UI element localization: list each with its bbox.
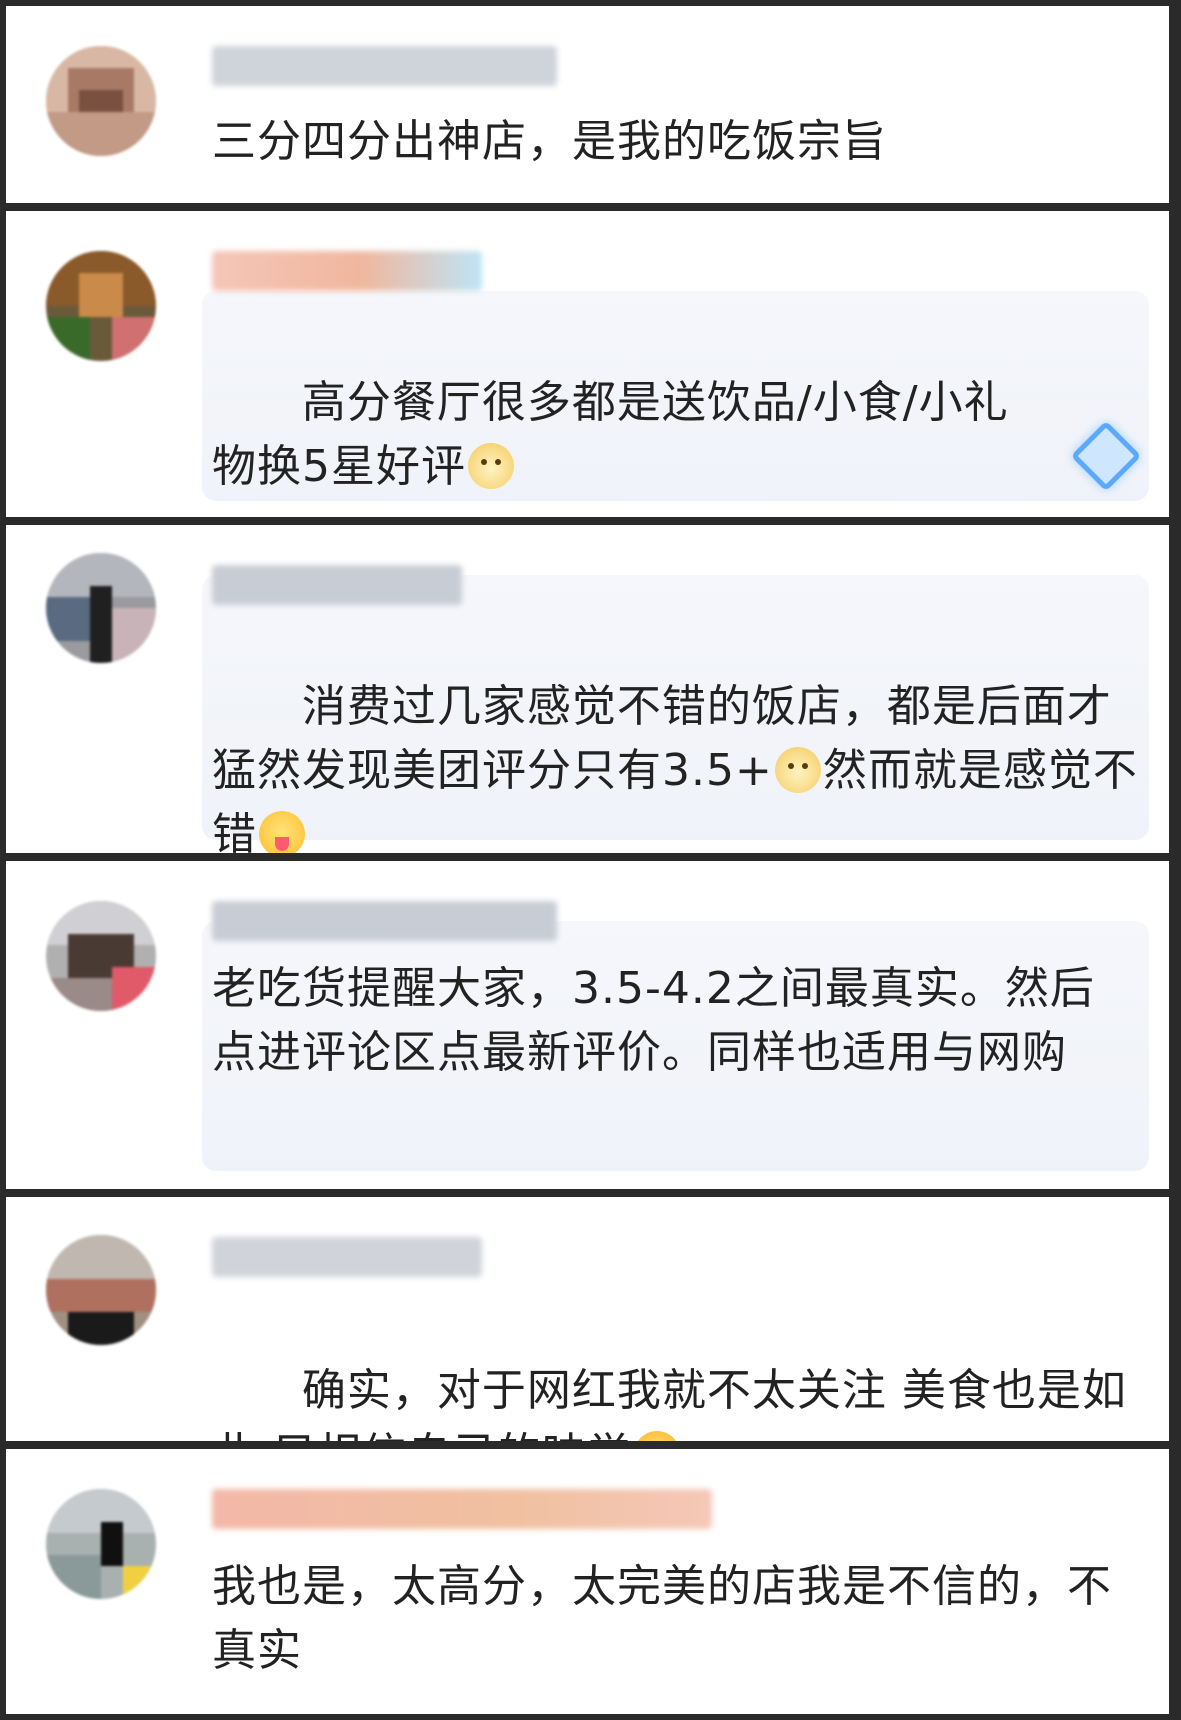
comment-item: 消费过几家感觉不错的饭店，都是后面才猛然发现美团评分只有3.5+ 然而就是感觉不错 [6, 525, 1169, 853]
laughing-emoji [634, 1431, 680, 1441]
username-blurred[interactable] [212, 565, 462, 605]
username-blurred[interactable] [212, 251, 482, 291]
cat-face-emoji [468, 443, 514, 489]
avatar[interactable] [46, 901, 156, 1011]
comment-item: 确实，对于网红我就不太关注 美食也是如此 只相信自己的味觉 [6, 1197, 1169, 1441]
tongue-out-emoji [259, 811, 305, 853]
avatar[interactable] [46, 46, 156, 156]
comment-text: 三分四分出神店，是我的吃饭宗旨 [212, 116, 887, 167]
username-blurred[interactable] [212, 46, 557, 86]
comment-text: 高分餐厅很多都是送饮品/小食/小礼物换5星好评 [212, 307, 1019, 517]
comment-text-content: 确实，对于网红我就不太关注 美食也是如此 只相信自己的味觉 [212, 1365, 1127, 1441]
avatar[interactable] [46, 1235, 156, 1345]
comment-text: 我也是，太高分，太完美的店我是不信的，不真实 [212, 1561, 1112, 1676]
username-blurred[interactable] [212, 1489, 712, 1529]
comment-item: 三分四分出神店，是我的吃饭宗旨 [6, 6, 1169, 203]
username-blurred[interactable] [212, 901, 557, 941]
username-blurred[interactable] [212, 1237, 482, 1277]
comment-item: 我也是，太高分，太完美的店我是不信的，不真实 [6, 1449, 1169, 1714]
avatar[interactable] [46, 1489, 156, 1599]
comment-text: 消费过几家感觉不错的饭店，都是后面才猛然发现美团评分只有3.5+ 然而就是感觉不错 [212, 611, 1139, 853]
comment-text-content: 高分餐厅很多都是送饮品/小食/小礼物换5星好评 [212, 377, 1009, 492]
avatar[interactable] [46, 553, 156, 663]
cat-face-emoji [774, 747, 821, 793]
comment-item: 老吃货提醒大家，3.5-4.2之间最真实。然后点进评论区点最新评价。同样也适用与… [6, 861, 1169, 1189]
avatar[interactable] [46, 251, 156, 361]
comment-text: 确实，对于网红我就不太关注 美食也是如此 只相信自己的味觉 [212, 1295, 1139, 1441]
comment-item: 高分餐厅很多都是送饮品/小食/小礼物换5星好评 [6, 211, 1169, 517]
comment-text: 老吃货提醒大家，3.5-4.2之间最真实。然后点进评论区点最新评价。同样也适用与… [212, 963, 1095, 1078]
comment-screenshot: 三分四分出神店，是我的吃饭宗旨 高分餐厅很多都是送饮品/小食/小礼物换5星好评 … [0, 0, 1181, 1720]
